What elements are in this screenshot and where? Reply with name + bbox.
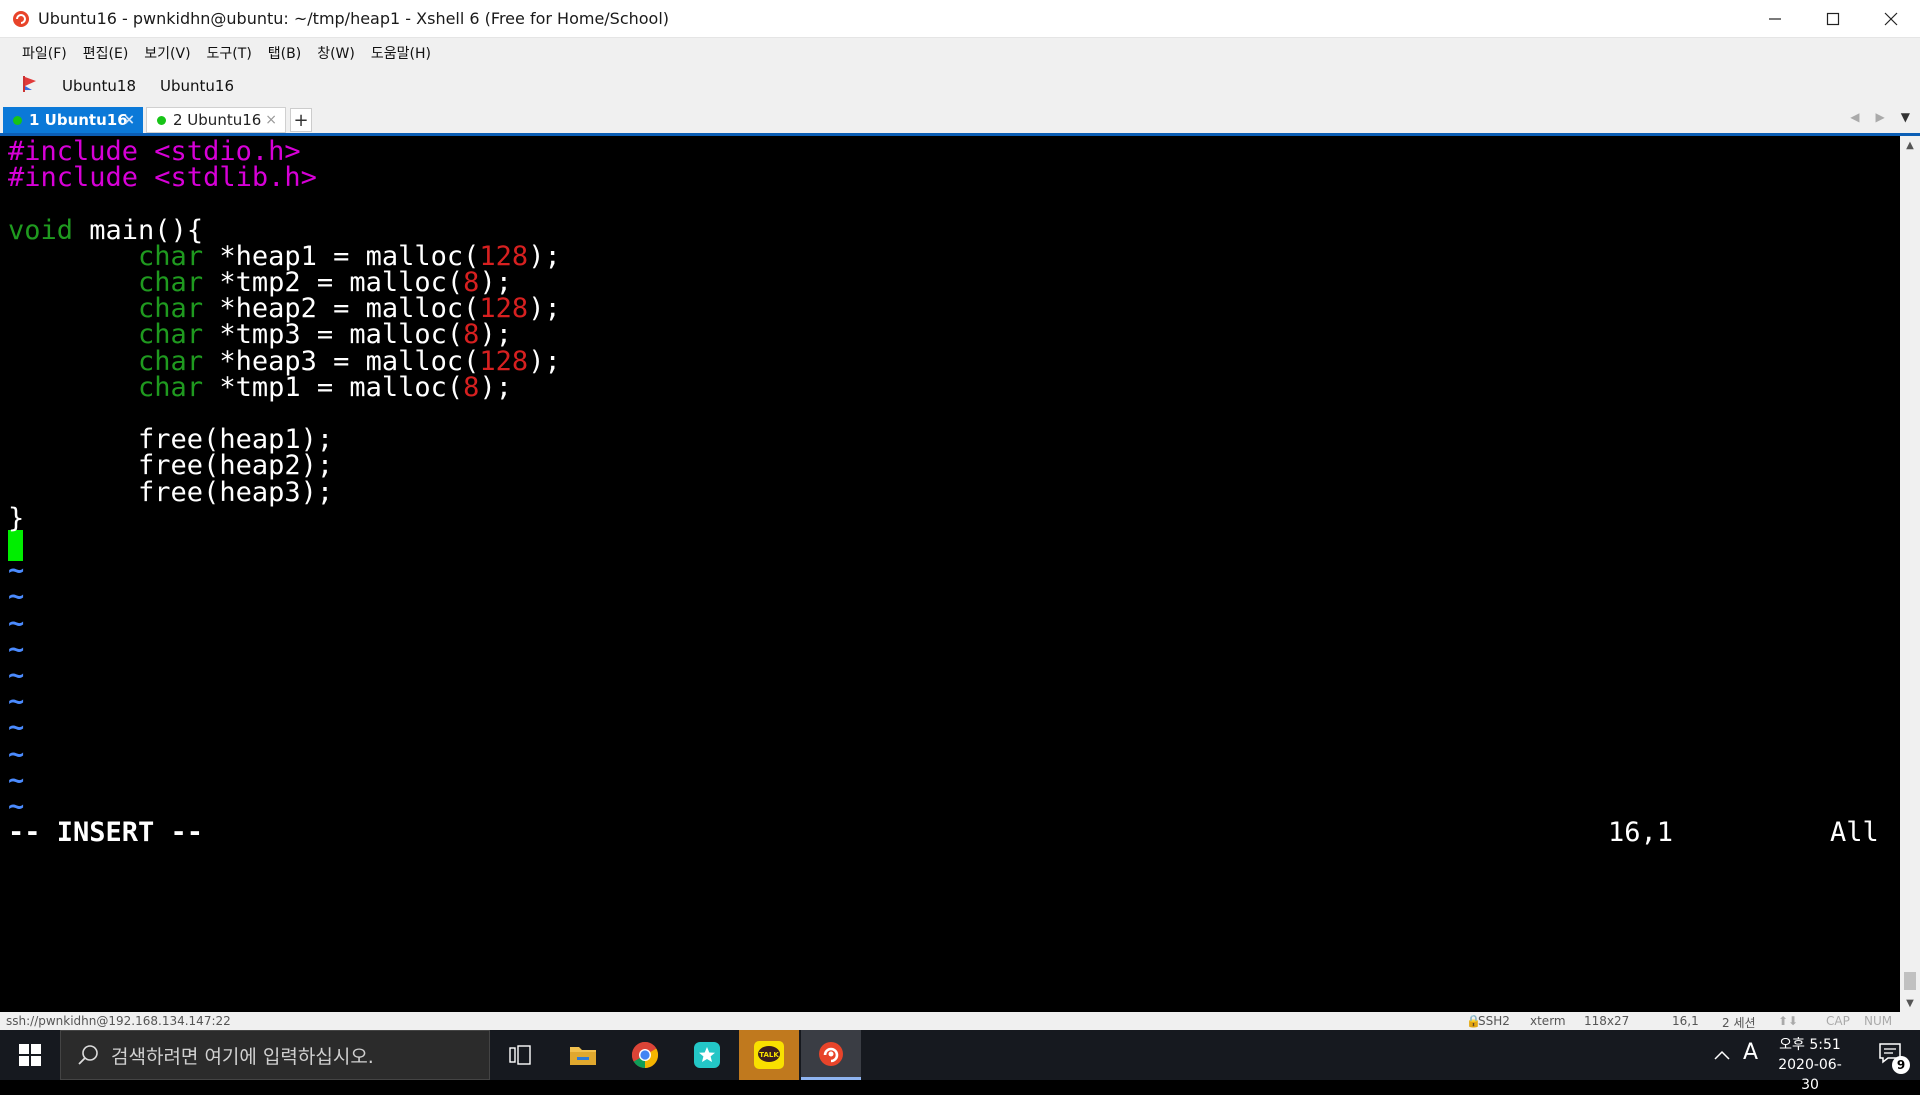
file-explorer-button[interactable] <box>553 1030 613 1080</box>
vim-mode-indicator: -- INSERT -- <box>8 817 204 849</box>
taskbar-clock[interactable]: 오후 5:51 2020-06-30 <box>1772 1035 1848 1095</box>
terminal-view[interactable]: -- INSERT -- 16,1 All #include <stdio.h>… <box>0 136 1900 1012</box>
clock-time: 오후 5:51 <box>1779 1037 1841 1053</box>
code-token: free(heap3); <box>8 476 334 508</box>
menu-tab[interactable]: 탭(B) <box>268 43 301 63</box>
window-titlebar: Ubuntu16 - pwnkidhn@ubuntu: ~/tmp/heap1 … <box>0 0 1920 38</box>
chrome-button[interactable] <box>615 1030 675 1080</box>
search-icon <box>77 1044 99 1066</box>
code-token: char <box>138 371 204 403</box>
empty-line-tilde: ~ <box>8 791 25 822</box>
link-ubuntu18[interactable]: Ubuntu18 <box>62 77 136 95</box>
terminal-type: xterm <box>1530 1014 1566 1028</box>
tab-navigation: ◀ ▶ ▼ <box>1850 110 1910 124</box>
minimize-icon <box>1769 18 1781 20</box>
menu-file[interactable]: 파일(F) <box>22 43 67 63</box>
terminal-size: 118x27 <box>1584 1014 1630 1028</box>
connection-string: ssh://pwnkidhn@192.168.134.147:22 <box>6 1014 231 1028</box>
close-button[interactable] <box>1862 0 1920 38</box>
code-token: ); <box>479 371 512 403</box>
maximize-icon <box>1826 12 1840 26</box>
tab-next-icon[interactable]: ▶ <box>1876 110 1885 124</box>
clock-date: 2020-06-30 <box>1778 1057 1842 1093</box>
tab-close-icon[interactable]: × <box>123 112 135 128</box>
code-token: *tmp1 = malloc( <box>203 371 464 403</box>
code-token: ); <box>528 240 561 272</box>
kakaotalk-logo-text: TALK <box>759 1051 779 1059</box>
show-hidden-icons-chevron-icon[interactable] <box>1714 1045 1730 1064</box>
link-ubuntu16[interactable]: Ubuntu16 <box>160 77 234 95</box>
protocol-label: SSH2 <box>1478 1014 1510 1028</box>
minimize-button[interactable] <box>1746 0 1804 38</box>
xshell-icon <box>819 1041 843 1066</box>
task-view-button[interactable] <box>490 1030 550 1080</box>
scroll-down-icon[interactable]: ▼ <box>1900 994 1920 1012</box>
transfer-arrows-icon: ⬆⬇ <box>1778 1014 1799 1028</box>
scroll-up-icon[interactable]: ▲ <box>1900 136 1920 154</box>
kakaotalk-icon: TALK <box>754 1041 784 1069</box>
tab-label: 1 Ubuntu16 <box>29 111 128 129</box>
scrollbar-thumb[interactable] <box>1904 972 1916 990</box>
tab-label: 2 Ubuntu16 <box>173 111 262 129</box>
tab-session-1[interactable]: 1 Ubuntu16 × <box>3 107 143 133</box>
bookmark-app-button[interactable] <box>677 1030 737 1080</box>
folder-icon <box>570 1047 596 1065</box>
tab-close-icon[interactable]: × <box>265 112 277 128</box>
links-bar: Ubuntu18 Ubuntu16 <box>0 68 1920 104</box>
task-view-icon <box>509 1045 531 1065</box>
code-token: #include <stdlib.h> <box>8 162 317 194</box>
start-button[interactable] <box>0 1030 60 1080</box>
num-lock-indicator: NUM <box>1864 1014 1893 1028</box>
code-token: ); <box>528 345 561 377</box>
search-placeholder: 검색하려면 여기에 입력하십시오. <box>111 1045 374 1068</box>
menu-bar: 파일(F) 편집(E) 보기(V) 도구(T) 탭(B) 창(W) 도움말(H) <box>0 38 1920 68</box>
xshell-logo-icon <box>10 8 32 30</box>
status-bar: ssh://pwnkidhn@192.168.134.147:22 🔒 SSH2… <box>0 1012 1920 1030</box>
code-token: ); <box>528 293 561 325</box>
terminal-scrollbar[interactable]: ▲ ▼ <box>1900 136 1920 1012</box>
code-line: } <box>8 503 24 535</box>
tab-prev-icon[interactable]: ◀ <box>1850 110 1859 124</box>
connected-status-icon <box>157 115 166 125</box>
menu-tools[interactable]: 도구(T) <box>207 43 252 63</box>
code-line: char *tmp1 = malloc(8); <box>8 372 512 404</box>
notification-center-button[interactable]: 9 <box>1878 1042 1910 1074</box>
code-token: 8 <box>463 371 480 403</box>
links-bar-flag-icon[interactable] <box>22 75 38 97</box>
menu-window[interactable]: 창(W) <box>317 43 355 63</box>
menu-edit[interactable]: 편집(E) <box>83 43 129 63</box>
menu-help[interactable]: 도움말(H) <box>371 43 431 63</box>
code-line: free(heap3); <box>8 477 333 509</box>
caps-lock-indicator: CAP <box>1826 1014 1850 1028</box>
tab-list-dropdown-icon[interactable]: ▼ <box>1901 110 1910 124</box>
session-tab-bar: 1 Ubuntu16 × 2 Ubuntu16 × + ◀ ▶ ▼ <box>0 104 1920 136</box>
menu-view[interactable]: 보기(V) <box>144 43 190 63</box>
notification-count-badge: 9 <box>1892 1056 1910 1074</box>
connected-status-icon <box>13 115 22 125</box>
windows-logo-icon <box>19 1044 41 1066</box>
close-icon <box>1884 12 1898 26</box>
vim-scroll-indicator: All <box>1830 817 1879 849</box>
taskbar-search-input[interactable]: 검색하려면 여기에 입력하십시오. <box>60 1030 490 1080</box>
code-token: } <box>8 502 25 534</box>
windows-taskbar: 검색하려면 여기에 입력하십시오. TALK A 오후 5:51 2020-06… <box>0 1030 1920 1093</box>
code-line: #include <stdlib.h> <box>8 162 317 194</box>
vim-cursor-position: 16,1 <box>1608 817 1674 849</box>
window-title: Ubuntu16 - pwnkidhn@ubuntu: ~/tmp/heap1 … <box>38 9 670 28</box>
maximize-button[interactable] <box>1804 0 1862 38</box>
status-cursor-position: 16,1 <box>1672 1014 1699 1028</box>
star-app-icon <box>694 1042 720 1068</box>
new-tab-button[interactable]: + <box>290 108 312 132</box>
tab-session-2[interactable]: 2 Ubuntu16 × <box>146 107 286 133</box>
kakaotalk-button[interactable]: TALK <box>739 1030 799 1080</box>
xshell-taskbar-button[interactable] <box>801 1030 861 1080</box>
session-count: 2 세션 <box>1722 1016 1756 1030</box>
chrome-icon <box>631 1041 659 1069</box>
input-method-indicator[interactable]: A <box>1743 1040 1758 1065</box>
